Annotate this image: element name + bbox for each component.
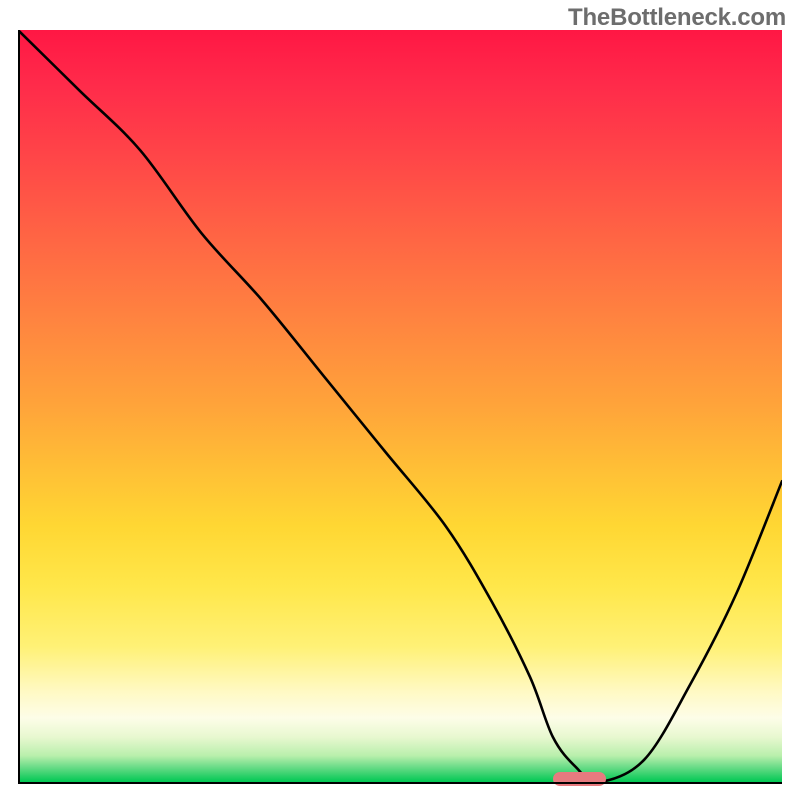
plot-area <box>18 30 782 782</box>
chart-container: TheBottleneck.com <box>0 0 800 800</box>
y-axis <box>18 30 20 782</box>
curve-svg <box>18 30 782 782</box>
watermark-text: TheBottleneck.com <box>568 4 786 32</box>
bottleneck-curve-path <box>18 30 782 782</box>
x-axis <box>18 782 782 784</box>
